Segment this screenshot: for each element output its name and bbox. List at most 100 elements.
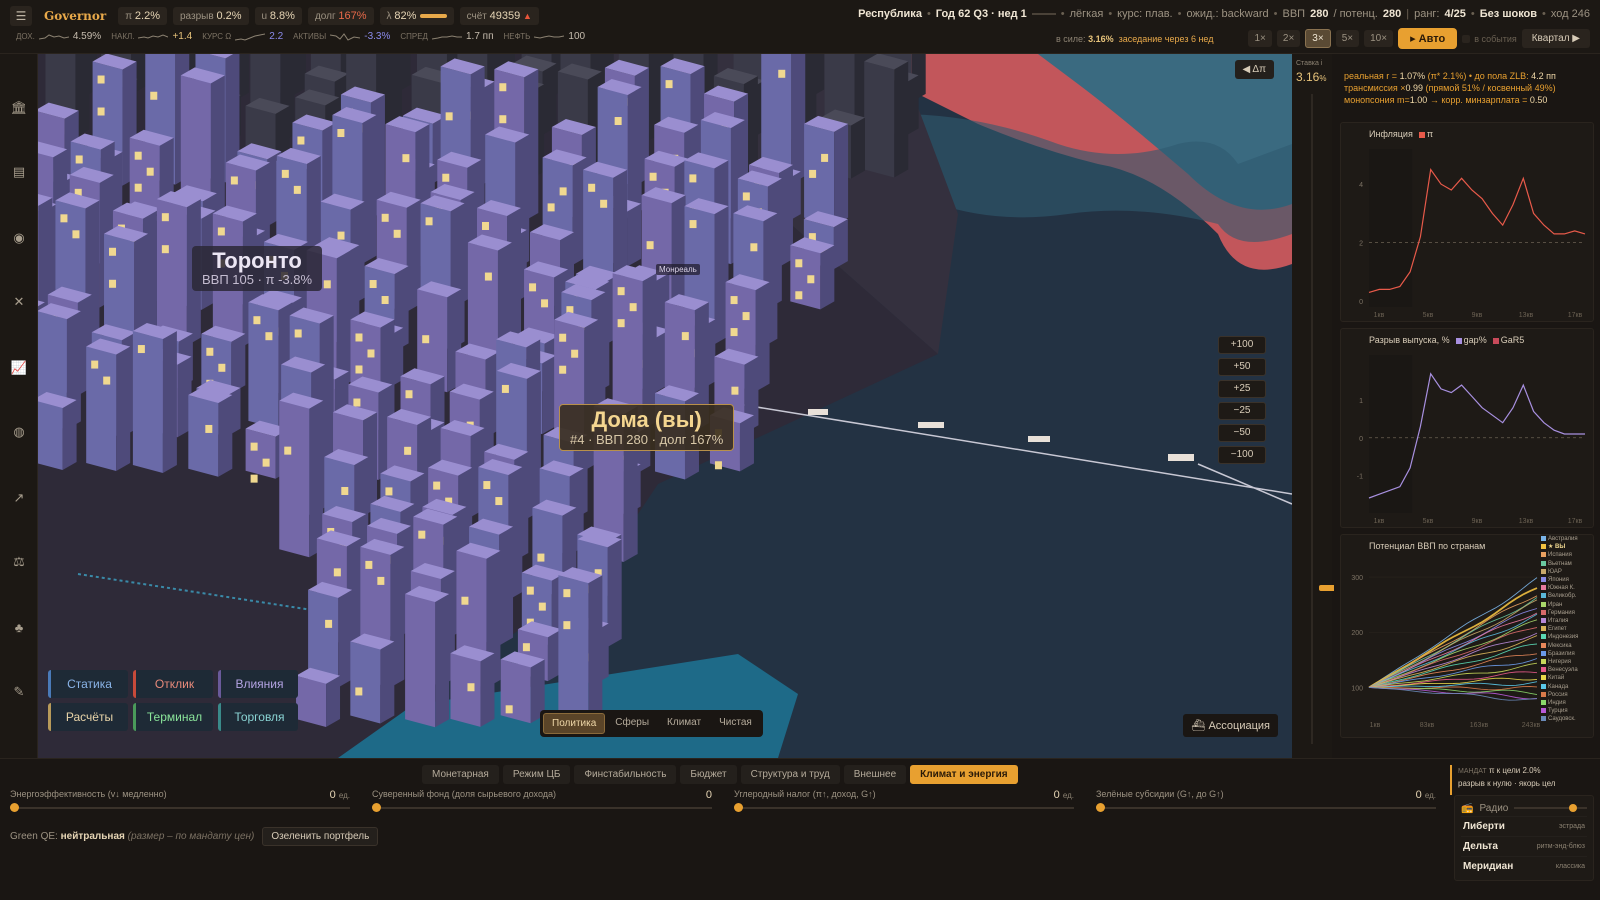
slider-knob[interactable]	[1096, 803, 1105, 812]
delta-pi-button[interactable]: ◀ Δπ	[1234, 60, 1274, 79]
menu-icon[interactable]: ☰	[10, 6, 32, 26]
legend-swatch	[1541, 535, 1546, 541]
chip-output-gap[interactable]: разрыв 0.2%	[173, 7, 249, 25]
mandate-box: МАНДАТ π к цели 2.0% разрыв к нулю · яко…	[1450, 765, 1594, 795]
home-city-label[interactable]: Дома (вы) #4 · ВВП 280 · долг 167%	[559, 404, 735, 451]
layer-trade-button[interactable]: Торговля	[218, 703, 298, 731]
nudge-plus-25[interactable]: +25	[1218, 380, 1266, 398]
chip-unemployment[interactable]: u 8.8%	[254, 7, 302, 25]
slider-track[interactable]	[10, 803, 350, 812]
chart-icon[interactable]: 📈	[9, 358, 29, 378]
legend-swatch	[1541, 552, 1546, 558]
tools-icon[interactable]: ✕	[9, 292, 29, 312]
plant-icon[interactable]: ♣	[9, 618, 29, 638]
tab-cb-regime[interactable]: Режим ЦБ	[502, 765, 571, 784]
rate-slider-track[interactable]	[1311, 94, 1341, 744]
country-name: Саудовск.	[1548, 716, 1576, 723]
spark-assets[interactable]: АКТИВЫ -3.3%	[293, 31, 390, 42]
auto-play-button[interactable]: ▸ Авто	[1398, 28, 1458, 49]
slider-track[interactable]	[1096, 803, 1436, 812]
layer-response-button[interactable]: Отклик	[133, 670, 213, 698]
chip-lambda[interactable]: λ 82%	[379, 7, 454, 25]
nudge-minus-50[interactable]: −50	[1218, 424, 1266, 442]
trend-icon[interactable]: ↗	[9, 488, 29, 508]
y-tick-label: 0	[1359, 299, 1363, 306]
speed-3x-button[interactable]: 3×	[1305, 29, 1331, 48]
events-toggle[interactable]: в события	[1462, 34, 1517, 44]
y-tick-label: 2	[1359, 241, 1363, 248]
radio-widget: 📻 Радио Либерти эстрада Дельта ритм-энд-бл…	[1454, 795, 1594, 881]
station-delta[interactable]: Дельта ритм-энд-блюз	[1461, 836, 1587, 856]
speed-1x-button[interactable]: 1×	[1248, 30, 1272, 47]
rate-in-force: в силе: 3.16%	[1055, 33, 1114, 44]
spark-slope[interactable]: НАКЛ. +1.4	[111, 31, 192, 42]
globe-icon[interactable]: ◍	[9, 422, 29, 442]
meeting-countdown: заседание через 6 нед	[1118, 33, 1214, 44]
chip-debt[interactable]: долг 167%	[307, 7, 374, 25]
tab-structure-labor[interactable]: Структура и труд	[740, 765, 840, 784]
output-gap-chart[interactable]: -1 0 1 1кв 5кв 9кв 13кв 17кв Разрыв выпуска, % g…	[1340, 328, 1594, 528]
tab-policy[interactable]: Политика	[543, 713, 606, 734]
country-name: Россия	[1548, 691, 1568, 698]
tab-sectors[interactable]: Сферы	[607, 713, 657, 734]
speed-5x-button[interactable]: 5×	[1335, 30, 1360, 47]
slider-track[interactable]	[734, 803, 1074, 812]
rate-label: Ставка i	[1296, 60, 1323, 67]
spark-fx[interactable]: КУРС Ω 2.2	[202, 31, 283, 42]
potential-gdp-chart[interactable]: 100 200 300 1кв 83кв 163кв 243кв Потенциал ВВП…	[1340, 534, 1594, 738]
tab-budget[interactable]: Бюджет	[680, 765, 737, 784]
nudge-plus-100[interactable]: +100	[1218, 336, 1266, 354]
spark-yield[interactable]: ДОХ. 4.59%	[16, 31, 101, 42]
tab-monetary[interactable]: Монетарная	[422, 765, 499, 784]
slider-track[interactable]	[372, 803, 712, 812]
nudge-minus-25[interactable]: −25	[1218, 402, 1266, 420]
y-tick-label: 0	[1359, 436, 1363, 443]
bank-icon[interactable]: 🏛	[9, 98, 29, 118]
speed-10x-button[interactable]: 10×	[1364, 30, 1394, 47]
country-legend-item: Германия	[1541, 609, 1589, 617]
city-map[interactable]: Торонто ВВП 105 · π -3.8% Дома (вы) #4 ·…	[38, 54, 1292, 758]
nudge-plus-50[interactable]: +50	[1218, 358, 1266, 376]
status-line: Республика • Год 62 Q3 · нед 1 • лёгкая • …	[858, 8, 1590, 20]
station-liberty[interactable]: Либерти эстрада	[1461, 816, 1587, 836]
output-gap-chart-title: Разрыв выпуска, % gap% GaR5	[1369, 335, 1525, 345]
country-legend-item: Индонезия	[1541, 633, 1589, 641]
shocks-status: Без шоков	[1479, 8, 1538, 20]
green-portfolio-button[interactable]: Озеленить портфель	[262, 827, 379, 846]
building	[500, 651, 545, 724]
station-meridian[interactable]: Меридиан классика	[1461, 856, 1587, 876]
slider-knob[interactable]	[372, 803, 381, 812]
report-icon[interactable]: ✎	[9, 682, 29, 702]
country-name: Германия	[1548, 609, 1575, 616]
building	[279, 392, 324, 558]
toronto-label[interactable]: Торонто ВВП 105 · π -3.8%	[192, 246, 323, 291]
nudge-minus-100[interactable]: −100	[1218, 446, 1266, 464]
tab-climate-energy[interactable]: Климат и энергия	[910, 765, 1018, 784]
spark-spread[interactable]: СПРЕД 1.7 пп	[400, 31, 493, 42]
chip-inflation[interactable]: π 2.2%	[118, 7, 167, 25]
tab-clean[interactable]: Чистая	[711, 713, 760, 734]
tab-external[interactable]: Внешнее	[843, 765, 907, 784]
legend-swatch	[1541, 601, 1546, 607]
layer-terminal-button[interactable]: Терминал	[133, 703, 213, 731]
radio-volume-knob[interactable]	[1568, 804, 1577, 812]
speed-2x-button[interactable]: 2×	[1276, 30, 1301, 47]
scales-icon[interactable]: ⚖	[9, 552, 29, 572]
layer-static-button[interactable]: Статика	[48, 670, 128, 698]
association-button[interactable]: ⛴ Ассоциация	[1183, 714, 1278, 737]
montreal-label[interactable]: Монреаль	[656, 264, 700, 275]
layer-influence-button[interactable]: Влияния	[218, 670, 298, 698]
chip-score[interactable]: счёт 49359 ▲	[459, 7, 539, 25]
radio-volume-slider[interactable]	[1514, 804, 1587, 812]
coins-icon[interactable]: ◉	[9, 228, 29, 248]
x-tick-label: 5кв	[1423, 312, 1434, 319]
slider-knob[interactable]	[10, 803, 19, 812]
slider-knob[interactable]	[734, 803, 743, 812]
tab-climate[interactable]: Климат	[659, 713, 709, 734]
inflation-chart[interactable]: 0 2 4 1кв 5кв 9кв 13кв 17кв Инфляция π	[1340, 122, 1594, 322]
layer-settlements-button[interactable]: Расчёты	[48, 703, 128, 731]
tab-fin-stability[interactable]: Финстабильность	[574, 765, 677, 784]
budget-icon[interactable]: ▤	[9, 162, 29, 182]
spark-oil[interactable]: НЕФТЬ 100	[504, 31, 586, 42]
quarter-step-button[interactable]: Квартал ▶	[1521, 29, 1590, 48]
